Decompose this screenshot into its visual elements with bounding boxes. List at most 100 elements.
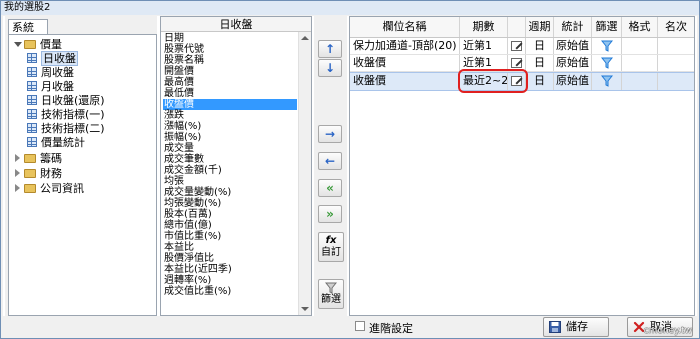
dialog-window: 我的選股2 系統 價量 日收盤 周收盤 月收盤 日收盤(還原) 技術指標(一) … bbox=[0, 0, 700, 339]
add-field-button[interactable]: → bbox=[318, 125, 342, 143]
cell-rank[interactable] bbox=[658, 38, 694, 54]
table-icon bbox=[27, 67, 37, 77]
list-item[interactable]: 最低價 bbox=[163, 88, 297, 99]
table-row[interactable]: 保力加通道-頂部(20) 近第1 日 原始值 bbox=[350, 38, 694, 55]
col-statistic[interactable]: 統計 bbox=[554, 17, 592, 37]
col-rank[interactable]: 名次 bbox=[658, 17, 694, 37]
watermark-text: cmoney.tw bbox=[643, 326, 692, 336]
field-list: 日收盤 日期 股票代號 股票名稱 開盤價 最高價 最低價 收盤價 漲跌 漲幅(%) 振幅(%) 成交… bbox=[160, 16, 312, 316]
edit-icon[interactable] bbox=[511, 58, 522, 68]
collapse-arrow-icon[interactable] bbox=[15, 169, 20, 177]
edit-icon[interactable] bbox=[511, 41, 522, 51]
cell-format[interactable] bbox=[622, 38, 658, 54]
tree-node-chips[interactable]: 籌碼 bbox=[13, 152, 153, 165]
cell-cycle[interactable]: 日 bbox=[526, 38, 554, 54]
remove-field-button[interactable]: ← bbox=[318, 152, 342, 170]
list-item[interactable]: 成交量 bbox=[163, 143, 297, 154]
field-list-scrollbar[interactable] bbox=[298, 32, 311, 315]
table-icon bbox=[27, 95, 37, 105]
tree-node-technical-1[interactable]: 技術指標(一) bbox=[27, 108, 152, 121]
tree-node-price-volume[interactable]: 價量 bbox=[13, 38, 153, 51]
list-item[interactable]: 本益比 bbox=[163, 242, 297, 253]
tree-node-finance[interactable]: 財務 bbox=[13, 167, 153, 180]
col-field-name[interactable]: 欄位名稱 bbox=[350, 17, 460, 37]
field-list-header: 日收盤 bbox=[161, 17, 311, 32]
double-arrow-left-icon: « bbox=[326, 181, 334, 195]
cell-filter[interactable] bbox=[592, 38, 622, 54]
filter-button[interactable]: 篩選 bbox=[318, 279, 344, 309]
expand-arrow-icon[interactable] bbox=[14, 42, 22, 47]
list-item[interactable]: 漲幅(%) bbox=[163, 121, 297, 132]
tree-node-company-info[interactable]: 公司資訊 bbox=[13, 182, 153, 195]
cell-statistic[interactable]: 原始值 bbox=[554, 38, 592, 54]
cell-rank[interactable] bbox=[658, 73, 694, 90]
custom-field-button[interactable]: fx 自訂 bbox=[318, 232, 344, 262]
scroll-down-icon[interactable] bbox=[301, 307, 309, 311]
col-period[interactable]: 期數 bbox=[460, 17, 508, 37]
list-item[interactable]: 日期 bbox=[163, 33, 297, 44]
cell-filter[interactable] bbox=[592, 73, 622, 90]
collapse-arrow-icon[interactable] bbox=[15, 184, 20, 192]
list-item[interactable]: 股價淨值比 bbox=[163, 253, 297, 264]
cell-statistic[interactable]: 原始值 bbox=[554, 55, 592, 71]
list-item[interactable]: 成交量變動(%) bbox=[163, 187, 297, 198]
cell-statistic[interactable]: 原始值 bbox=[554, 73, 592, 90]
remove-all-button[interactable]: « bbox=[318, 179, 342, 197]
cell-cycle[interactable]: 日 bbox=[526, 73, 554, 90]
funnel-icon[interactable] bbox=[601, 40, 613, 52]
list-item[interactable]: 總市值(億) bbox=[163, 220, 297, 231]
folder-icon bbox=[24, 169, 36, 178]
list-item[interactable]: 均張變動(%) bbox=[163, 198, 297, 209]
scroll-up-icon[interactable] bbox=[301, 36, 309, 40]
list-item[interactable]: 市值比重(%) bbox=[163, 231, 297, 242]
col-filter[interactable]: 篩選 bbox=[592, 17, 622, 37]
double-arrow-right-icon: » bbox=[326, 207, 334, 221]
list-item[interactable]: 成交金額(千) bbox=[163, 165, 297, 176]
list-item[interactable]: 均張 bbox=[163, 176, 297, 187]
advanced-settings-checkbox[interactable] bbox=[355, 321, 365, 331]
move-down-button[interactable]: ↓ bbox=[318, 59, 342, 77]
tree-node-price-volume-stats[interactable]: 價量統計 bbox=[27, 136, 147, 149]
cell-rank[interactable] bbox=[658, 55, 694, 71]
list-item[interactable]: 本益比(近四季) bbox=[163, 264, 297, 275]
list-item[interactable]: 成交值比重(%) bbox=[163, 286, 297, 297]
table-icon bbox=[27, 137, 37, 147]
cell-field-name: 保力加通道-頂部(20) bbox=[350, 38, 460, 54]
list-item[interactable]: 週轉率(%) bbox=[163, 275, 297, 286]
col-cycle[interactable]: 週期 bbox=[526, 17, 554, 37]
tree-node-monthly-close[interactable]: 月收盤 bbox=[27, 80, 147, 93]
tab-system[interactable]: 系統 bbox=[8, 19, 48, 35]
arrow-up-icon: ↑ bbox=[324, 42, 336, 56]
move-up-button[interactable]: ↑ bbox=[318, 40, 342, 58]
funnel-icon[interactable] bbox=[601, 57, 613, 69]
list-item[interactable]: 開盤價 bbox=[163, 66, 297, 77]
list-item[interactable]: 漲跌 bbox=[163, 110, 297, 121]
list-item[interactable]: 最高價 bbox=[163, 77, 297, 88]
dialog-client: 系統 價量 日收盤 周收盤 月收盤 日收盤(還原) 技術指標(一) 技術指標(二… bbox=[3, 16, 697, 338]
list-item[interactable]: 股本(百萬) bbox=[163, 209, 297, 220]
cell-cycle[interactable]: 日 bbox=[526, 55, 554, 71]
add-all-button[interactable]: » bbox=[318, 205, 342, 223]
col-format[interactable]: 格式 bbox=[622, 17, 658, 37]
cell-format[interactable] bbox=[622, 55, 658, 71]
list-item[interactable]: 收盤價 bbox=[163, 99, 297, 110]
list-item[interactable]: 成交筆數 bbox=[163, 154, 297, 165]
cell-period[interactable]: 近第1 bbox=[460, 38, 508, 54]
category-panel: 系統 價量 日收盤 周收盤 月收盤 日收盤(還原) 技術指標(一) 技術指標(二… bbox=[5, 16, 157, 316]
cell-format[interactable] bbox=[622, 73, 658, 90]
list-item[interactable]: 股票名稱 bbox=[163, 55, 297, 66]
cell-filter[interactable] bbox=[592, 55, 622, 71]
tree-node-weekly-close[interactable]: 周收盤 bbox=[27, 66, 147, 79]
list-item[interactable]: 股票代號 bbox=[163, 44, 297, 55]
tree-node-daily-close-adjusted[interactable]: 日收盤(還原) bbox=[27, 94, 152, 107]
save-button[interactable]: 儲存 bbox=[543, 317, 609, 337]
tree-node-label: 籌碼 bbox=[40, 152, 62, 165]
tree-node-technical-2[interactable]: 技術指標(二) bbox=[27, 122, 152, 135]
tree-node-label: 財務 bbox=[40, 167, 62, 180]
collapse-arrow-icon[interactable] bbox=[15, 154, 20, 162]
cell-edit[interactable] bbox=[508, 38, 526, 54]
funnel-icon bbox=[325, 282, 337, 294]
funnel-icon[interactable] bbox=[601, 75, 613, 87]
tree-node-daily-close[interactable]: 日收盤 bbox=[27, 51, 147, 66]
list-item[interactable]: 振幅(%) bbox=[163, 132, 297, 143]
